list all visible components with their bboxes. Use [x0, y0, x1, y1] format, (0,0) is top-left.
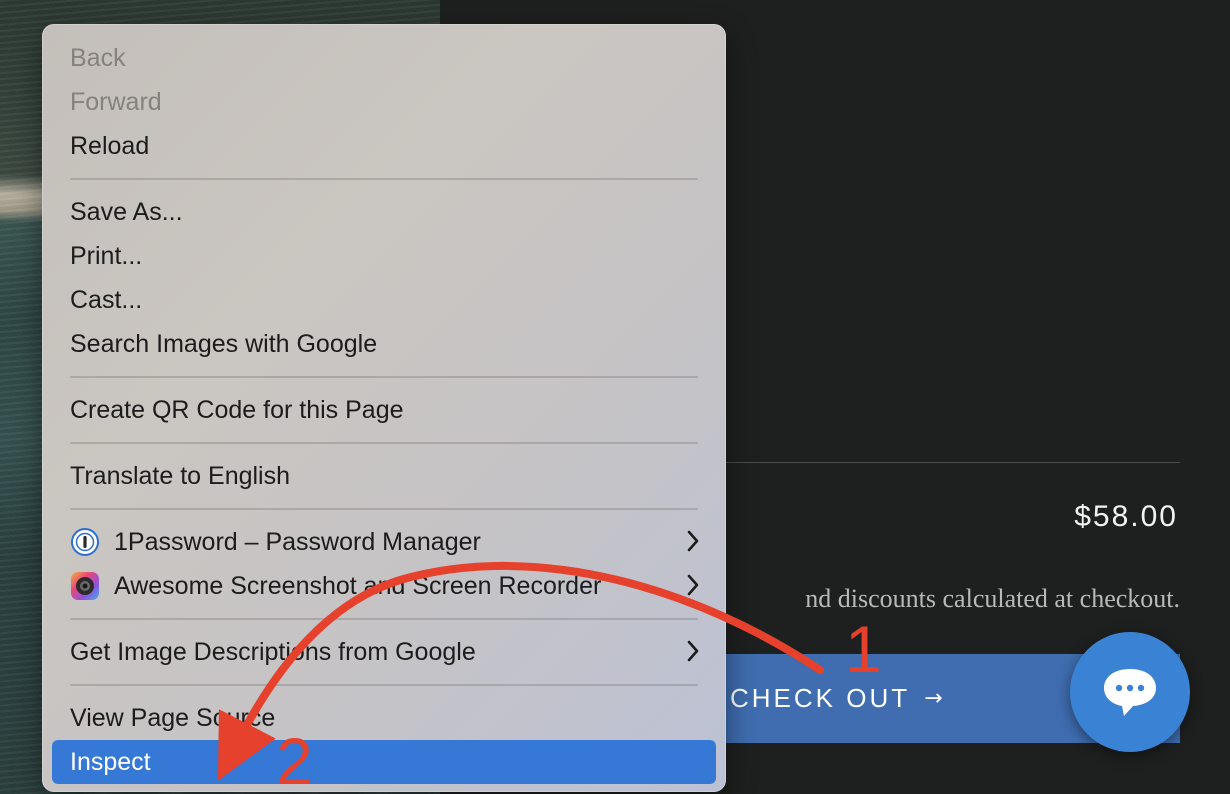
menu-item-label: Back [70, 43, 126, 72]
menu-item-label: Search Images with Google [70, 329, 378, 358]
menu-item-inspect[interactable]: Inspect [52, 740, 716, 784]
chevron-right-icon [687, 640, 699, 662]
menu-separator [70, 684, 698, 686]
menu-item-save-as[interactable]: Save As... [52, 190, 716, 234]
menu-item-search-images[interactable]: Search Images with Google [52, 322, 716, 366]
chat-bubble-icon [1104, 669, 1156, 716]
menu-item-label: 1Password – Password Manager [114, 527, 481, 556]
menu-separator [70, 442, 698, 444]
menu-item-forward[interactable]: Forward [52, 80, 716, 124]
tax-note: nd discounts calculated at checkout. [805, 584, 1180, 613]
menu-item-label: View Page Source [70, 703, 276, 732]
menu-item-awesome-screenshot[interactable]: Awesome Screenshot and Screen Recorder [52, 564, 716, 608]
menu-item-cast[interactable]: Cast... [52, 278, 716, 322]
1password-icon [70, 527, 100, 557]
menu-item-label: Get Image Descriptions from Google [70, 637, 476, 666]
context-menu: Back Forward Reload Save As... Print... … [42, 24, 726, 792]
menu-item-label: Save As... [70, 197, 183, 226]
menu-item-view-page-source[interactable]: View Page Source [52, 696, 716, 740]
subtotal-price: $58.00 [1074, 500, 1178, 533]
menu-item-label: Awesome Screenshot and Screen Recorder [114, 571, 602, 600]
arrow-right-icon: → [924, 686, 946, 711]
menu-item-translate[interactable]: Translate to English [52, 454, 716, 498]
menu-item-label: Print... [70, 241, 143, 270]
menu-separator [70, 508, 698, 510]
menu-item-print[interactable]: Print... [52, 234, 716, 278]
chevron-right-icon [687, 574, 699, 596]
menu-item-label: Reload [70, 131, 150, 160]
menu-item-label: Forward [70, 87, 162, 116]
chevron-right-icon [687, 530, 699, 552]
awesome-screenshot-icon [70, 571, 100, 601]
menu-item-back[interactable]: Back [52, 36, 716, 80]
menu-item-label: Create QR Code for this Page [70, 395, 404, 424]
menu-separator [70, 376, 698, 378]
menu-item-create-qr-code[interactable]: Create QR Code for this Page [52, 388, 716, 432]
cart-divider [724, 462, 1180, 463]
checkout-label: CHECK OUT [730, 683, 911, 713]
menu-separator [70, 618, 698, 620]
menu-separator [70, 178, 698, 180]
menu-item-label: Inspect [70, 747, 151, 776]
menu-item-reload[interactable]: Reload [52, 124, 716, 168]
menu-item-1password[interactable]: 1Password – Password Manager [52, 520, 716, 564]
chat-button[interactable] [1070, 632, 1190, 752]
menu-item-label: Translate to English [70, 461, 291, 490]
menu-item-label: Cast... [70, 285, 143, 314]
menu-item-image-descriptions[interactable]: Get Image Descriptions from Google [52, 630, 716, 674]
